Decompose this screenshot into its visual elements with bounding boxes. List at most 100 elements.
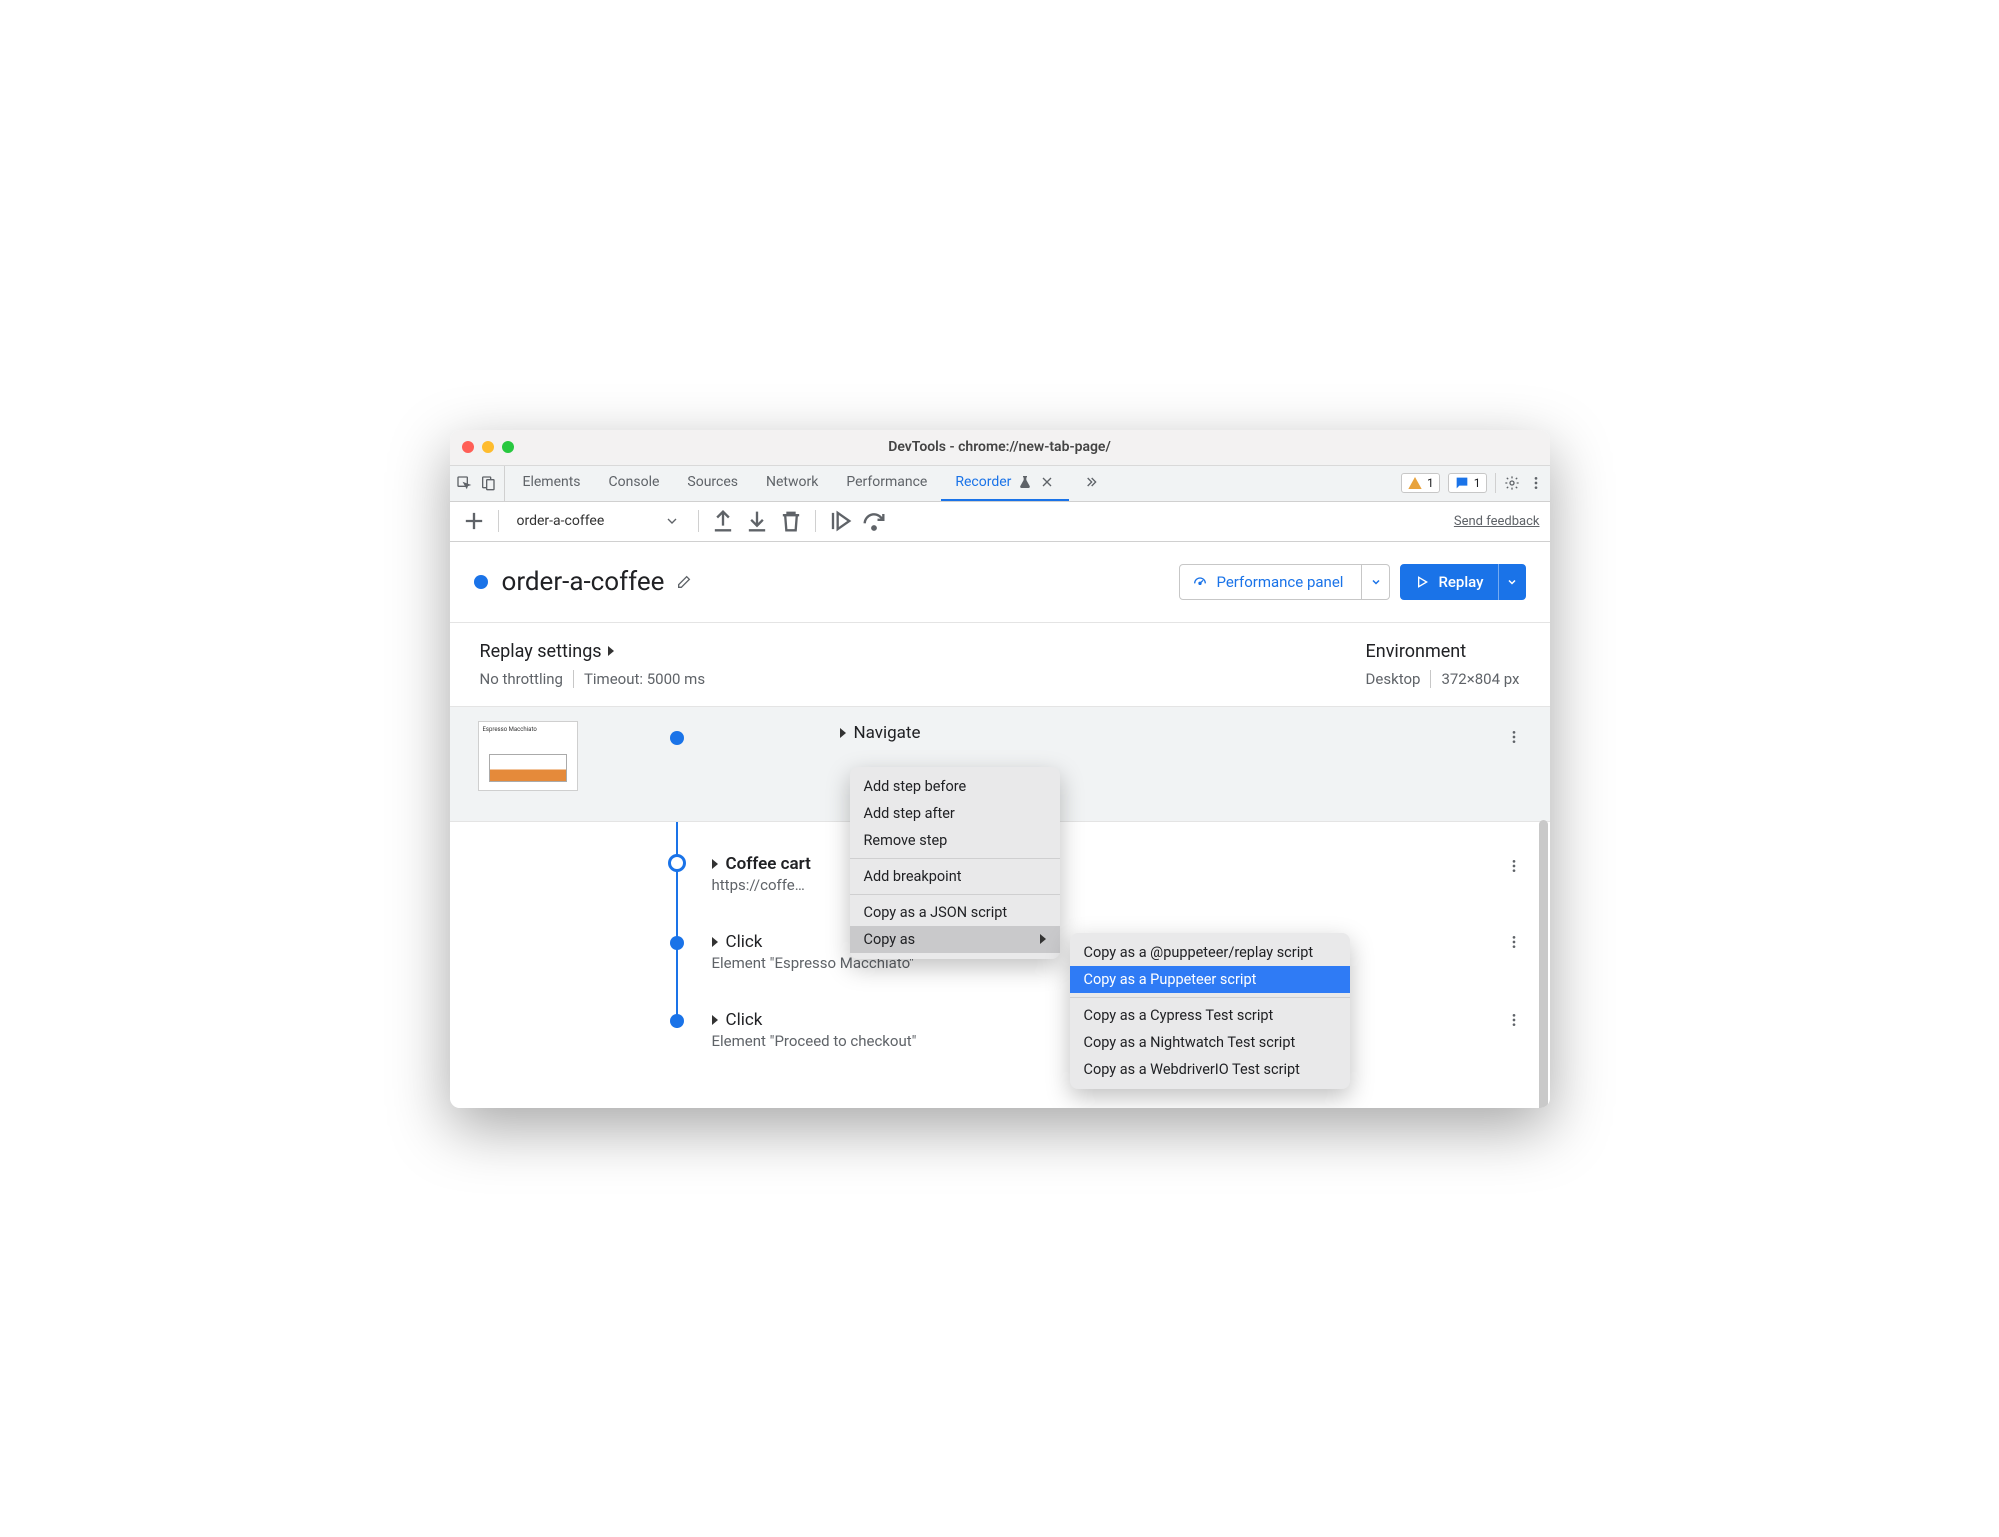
devtools-window: DevTools - chrome://new-tab-page/ Elemen… (450, 430, 1550, 1108)
menu-separator (850, 894, 1060, 895)
timeline-marker (670, 1014, 684, 1028)
replay-button[interactable]: Replay (1400, 564, 1525, 600)
performance-panel-dropdown[interactable] (1361, 565, 1389, 599)
menu-item-label: Copy as a JSON script (864, 904, 1008, 921)
menu-add-step-after[interactable]: Add step after (850, 800, 1060, 827)
menu-add-step-before[interactable]: Add step before (850, 773, 1060, 800)
chevron-right-icon (712, 1015, 718, 1025)
performance-panel-button[interactable]: Performance panel (1179, 564, 1390, 600)
issues-count: 1 (1474, 476, 1481, 490)
step-menu-button[interactable] (1504, 932, 1524, 952)
step-title-row: Coffee cart (712, 854, 811, 874)
menu-separator (1070, 997, 1350, 998)
close-icon[interactable] (1039, 474, 1055, 490)
menu-add-breakpoint[interactable]: Add breakpoint (850, 863, 1060, 890)
thumb-label: Espresso Macchiato (483, 726, 537, 733)
copy-as-submenu: Copy as a @puppeteer/replay script Copy … (1070, 933, 1350, 1089)
recording-status-dot (474, 575, 488, 589)
export-button[interactable] (709, 507, 737, 535)
add-recording-button[interactable] (460, 507, 488, 535)
chevrons-right-icon (1083, 474, 1099, 490)
tab-label: Network (766, 474, 818, 490)
step-over-button[interactable] (860, 507, 888, 535)
replay-settings-label: Replay settings (480, 641, 602, 662)
divider (1430, 670, 1431, 688)
replay-dropdown[interactable] (1498, 564, 1526, 600)
minimize-window-button[interactable] (482, 441, 494, 453)
chevron-right-icon (608, 646, 614, 656)
divider (1495, 473, 1496, 493)
tab-performance[interactable]: Performance (832, 466, 941, 501)
replay-settings-toggle[interactable]: Replay settings (480, 641, 706, 662)
recording-select[interactable]: order-a-coffee (509, 509, 689, 533)
inspect-icon[interactable] (456, 475, 472, 491)
more-tabs-button[interactable] (1069, 466, 1113, 501)
maximize-window-button[interactable] (502, 441, 514, 453)
window-title: DevTools - chrome://new-tab-page/ (450, 439, 1550, 455)
device-toolbar-icon[interactable] (480, 475, 496, 491)
panel-tabs: Elements Console Sources Network Perform… (509, 466, 1396, 501)
menu-copy-json[interactable]: Copy as a JSON script (850, 899, 1060, 926)
tab-label: Recorder (955, 474, 1011, 490)
gear-icon[interactable] (1504, 475, 1520, 491)
tab-sources[interactable]: Sources (673, 466, 752, 501)
tab-label: Console (609, 474, 660, 490)
tab-label: Elements (523, 474, 581, 490)
button-label: Performance panel (1216, 573, 1343, 591)
flask-icon (1017, 474, 1033, 490)
continue-button[interactable] (826, 507, 854, 535)
kebab-icon[interactable] (1528, 475, 1544, 491)
issues-badge[interactable]: 1 (1448, 473, 1487, 493)
step-click-checkout[interactable]: Click Element "Proceed to checkout" (450, 990, 1550, 1068)
step-title-row: Navigate (840, 723, 921, 743)
step-menu-button[interactable] (1504, 727, 1524, 747)
menu-item-label: Copy as a @puppeteer/replay script (1084, 944, 1314, 961)
issue-icon (1454, 475, 1470, 491)
chevron-right-icon (712, 859, 718, 869)
panel-tabs-bar: Elements Console Sources Network Perform… (450, 466, 1550, 502)
submenu-puppeteer-replay[interactable]: Copy as a @puppeteer/replay script (1070, 939, 1350, 966)
timeline-marker (670, 936, 684, 950)
menu-item-label: Copy as a Nightwatch Test script (1084, 1034, 1296, 1051)
menu-item-label: Add step before (864, 778, 967, 795)
delete-button[interactable] (777, 507, 805, 535)
import-button[interactable] (743, 507, 771, 535)
divider (698, 510, 699, 532)
tab-recorder[interactable]: Recorder (941, 466, 1069, 501)
recording-header: order-a-coffee Performance panel Replay (450, 542, 1550, 623)
step-context-menu: Add step before Add step after Remove st… (850, 767, 1060, 959)
step-title: Click (726, 1010, 763, 1030)
timeout-value: Timeout: 5000 ms (584, 670, 705, 688)
menu-item-label: Add breakpoint (864, 868, 962, 885)
titlebar: DevTools - chrome://new-tab-page/ (450, 430, 1550, 466)
submenu-nightwatch[interactable]: Copy as a Nightwatch Test script (1070, 1029, 1350, 1056)
divider (815, 510, 816, 532)
scrollbar[interactable] (1539, 820, 1548, 1108)
step-thumbnail: Espresso Macchiato (478, 721, 578, 791)
menu-copy-as[interactable]: Copy as (850, 926, 1060, 953)
tab-label: Performance (846, 474, 927, 490)
step-title: Navigate (854, 723, 921, 743)
menu-item-label: Copy as a Puppeteer script (1084, 971, 1257, 988)
recorder-toolbar: order-a-coffee Send feedback (450, 502, 1550, 542)
submenu-webdriverio[interactable]: Copy as a WebdriverIO Test script (1070, 1056, 1350, 1083)
step-title-row: Click (712, 1010, 917, 1030)
recording-select-label: order-a-coffee (517, 513, 605, 529)
edit-icon[interactable] (676, 574, 692, 590)
submenu-puppeteer[interactable]: Copy as a Puppeteer script (1070, 966, 1350, 993)
tab-elements[interactable]: Elements (509, 466, 595, 501)
send-feedback-link[interactable]: Send feedback (1454, 514, 1540, 529)
tab-network[interactable]: Network (752, 466, 832, 501)
tab-console[interactable]: Console (595, 466, 674, 501)
submenu-cypress[interactable]: Copy as a Cypress Test script (1070, 1002, 1350, 1029)
step-menu-button[interactable] (1504, 1010, 1524, 1030)
environment-label: Environment (1366, 641, 1520, 662)
settings-row: Replay settings No throttling Timeout: 5… (450, 623, 1550, 707)
step-menu-button[interactable] (1504, 856, 1524, 876)
menu-item-label: Copy as a Cypress Test script (1084, 1007, 1274, 1024)
warnings-count: 1 (1427, 476, 1434, 490)
menu-remove-step[interactable]: Remove step (850, 827, 1060, 854)
warnings-badge[interactable]: 1 (1401, 473, 1440, 493)
step-subtitle: https://coffe… (712, 876, 811, 894)
close-window-button[interactable] (462, 441, 474, 453)
